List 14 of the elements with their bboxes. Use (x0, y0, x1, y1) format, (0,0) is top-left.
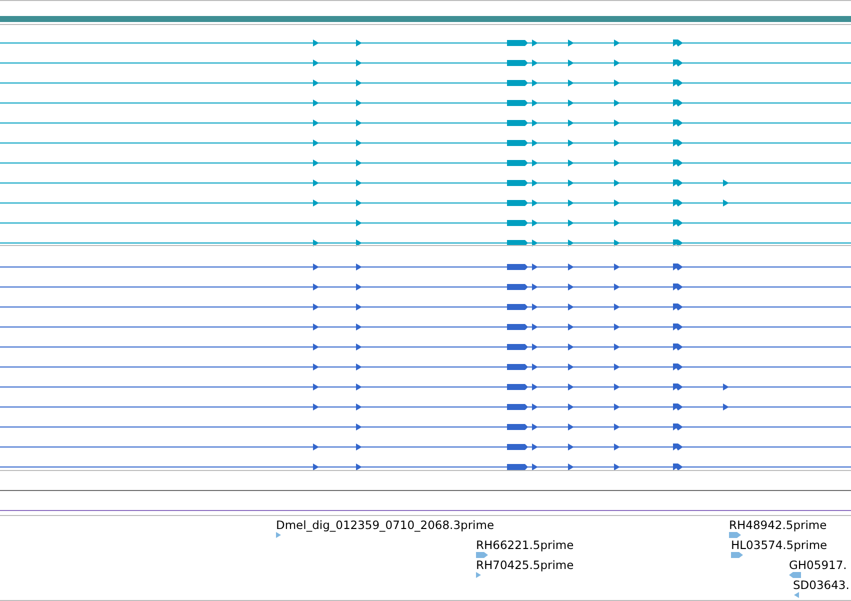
est-feature-icon[interactable] (794, 592, 799, 598)
est-feature-icon[interactable] (729, 532, 741, 538)
est-label: RH66221.5prime (476, 538, 574, 552)
est-feature-icon[interactable] (476, 572, 481, 578)
est-label: RH48942.5prime (729, 518, 827, 532)
est-label: GH05917. (789, 558, 847, 572)
est-label: HL03574.5prime (731, 538, 828, 552)
est-label: RH70425.5prime (476, 558, 574, 572)
est-feature-icon[interactable] (731, 552, 743, 558)
est-feature-icon[interactable] (276, 532, 281, 538)
est-label: SD03643. (793, 578, 850, 592)
est-label: Dmel_dig_012359_0710_2068.3prime (276, 518, 494, 532)
est-feature-icon[interactable] (476, 552, 488, 558)
est-feature-icon[interactable] (789, 572, 801, 578)
